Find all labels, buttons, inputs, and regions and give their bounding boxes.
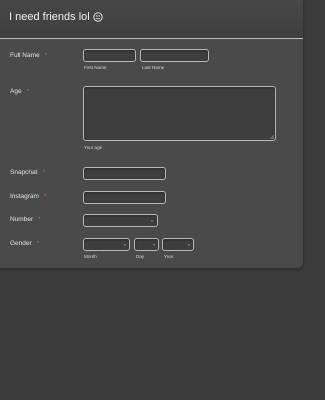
snapchat-input[interactable] <box>83 167 166 180</box>
day-sublabel: Day <box>136 254 145 259</box>
form-card: I need friends lol Full Name * First Name… <box>0 0 303 268</box>
chevron-down-icon <box>188 244 190 246</box>
form-title-text: I need friends lol <box>9 11 90 23</box>
required-asterisk: * <box>26 88 30 95</box>
required-asterisk: * <box>43 193 47 200</box>
instagram-label: Instagram * <box>10 193 47 200</box>
year-select[interactable] <box>162 238 194 251</box>
last-name-sublabel: Last Name <box>142 65 165 70</box>
resize-grip-icon[interactable] <box>270 135 274 139</box>
snapchat-label: Snapchat * <box>10 169 45 176</box>
age-textarea[interactable] <box>83 86 276 141</box>
month-select[interactable] <box>83 238 130 251</box>
chevron-down-icon <box>124 244 126 246</box>
year-sublabel: Year <box>164 254 174 259</box>
age-label: Age * <box>10 88 30 95</box>
required-asterisk: * <box>36 240 40 247</box>
smiley-icon <box>93 12 103 22</box>
form-title: I need friends lol <box>9 11 103 23</box>
number-stepper[interactable] <box>83 214 158 227</box>
instagram-input[interactable] <box>83 191 166 204</box>
required-asterisk: * <box>38 216 41 223</box>
required-asterisk: * <box>42 169 45 176</box>
number-label: Number * <box>10 216 41 223</box>
chevron-down-icon <box>153 244 155 246</box>
full-name-label: Full Name * <box>10 52 48 59</box>
age-sublabel: Your age <box>84 145 103 150</box>
form-header: I need friends lol <box>0 0 303 39</box>
first-name-input[interactable] <box>83 49 136 62</box>
stepper-arrow-icon[interactable] <box>151 220 153 222</box>
month-sublabel: Month <box>84 254 97 259</box>
day-select[interactable] <box>134 238 159 251</box>
first-name-sublabel: First Name <box>84 65 107 70</box>
last-name-input[interactable] <box>140 49 209 62</box>
required-asterisk: * <box>44 52 48 59</box>
gender-label: Gender * <box>10 240 40 247</box>
